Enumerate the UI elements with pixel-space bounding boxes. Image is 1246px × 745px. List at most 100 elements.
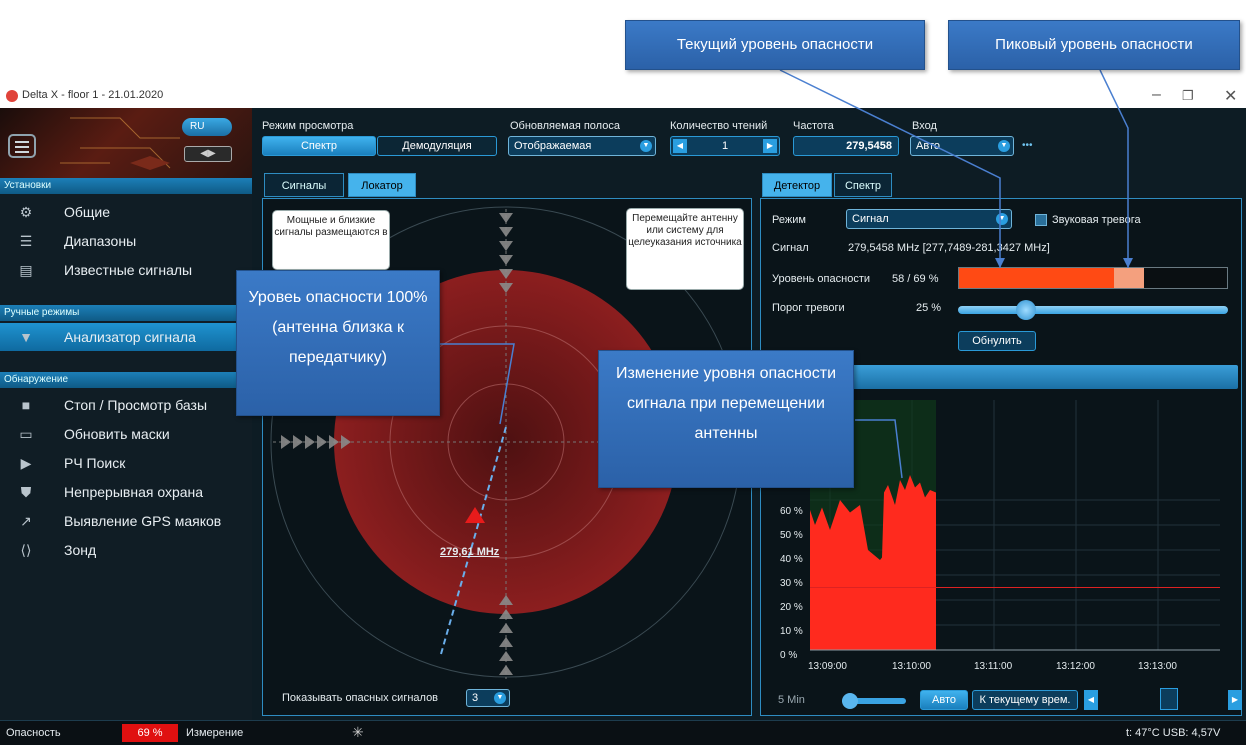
scroll-thumb[interactable] <box>1160 688 1178 710</box>
threshold-value: 25 % <box>916 302 942 314</box>
range-slider[interactable] <box>842 693 906 709</box>
menu-button[interactable] <box>8 134 36 158</box>
tab-detector[interactable]: Детектор <box>762 173 832 197</box>
x-tick: 13:09:00 <box>808 661 847 672</box>
signal-value: 279,5458 MHz [277,7489-281,3427 MHz] <box>848 242 1050 254</box>
close-icon[interactable]: ✕ <box>1224 86 1237 106</box>
decrement-icon[interactable]: ◀ <box>673 139 687 153</box>
view-demod-button[interactable]: Демодуляция <box>377 136 497 156</box>
x-tick: 13:10:00 <box>892 661 931 672</box>
threshold-slider-handle[interactable] <box>1015 300 1036 320</box>
app-icon <box>6 90 18 102</box>
sidebar-item-rf-search[interactable]: ▶ РЧ Поиск <box>0 449 252 477</box>
stop-icon: ■ <box>21 397 31 413</box>
y-tick: 30 % <box>780 578 803 589</box>
hint-left: Мощные и близкие сигналы размещаются в <box>272 210 390 270</box>
danger-value: 58 / 69 % <box>892 273 939 285</box>
tab-locator[interactable]: Локатор <box>348 173 416 197</box>
threshold-slider[interactable] <box>958 300 1228 320</box>
band-label: Обновляемая полоса <box>510 120 620 132</box>
view-spectrum-button[interactable]: Спектр <box>262 136 376 156</box>
device-status: t: 47°C USB: 4,57V <box>1126 727 1221 739</box>
freq-label: Частота <box>793 120 834 132</box>
target-frequency-label[interactable]: 279,61 MHz <box>440 546 499 558</box>
list-icon: ☰ <box>19 233 33 249</box>
frequency-input[interactable]: 279,5458 <box>793 136 899 156</box>
y-tick: 50 % <box>780 530 803 541</box>
danger-label: Уровень опасности <box>772 273 870 285</box>
sidebar-item-signal-analyzer[interactable]: ▼ Анализатор сигнала <box>0 323 252 351</box>
spinner-icon: ✳ <box>352 724 364 740</box>
chevron-down-icon: ▼ <box>640 140 652 152</box>
hint-right: Перемещайте антенну или систему для целе… <box>626 208 744 290</box>
chevron-down-icon: ▼ <box>998 140 1010 152</box>
nav-arrows-icon[interactable]: ◀▶ <box>184 146 232 162</box>
view-mode-label: Режим просмотра <box>262 120 354 132</box>
sidebar-item-guard[interactable]: ⛊ Непрерывная охрана <box>0 478 252 506</box>
shield-icon: ⛊ <box>20 484 32 500</box>
band-select[interactable]: Отображаемая ▼ <box>508 136 656 156</box>
sound-alarm-label: Звуковая тревога <box>1052 214 1141 226</box>
range-slider-handle[interactable] <box>842 693 858 709</box>
y-tick: 40 % <box>780 554 803 565</box>
callout-current-danger: Текущий уровень опасности <box>625 20 925 70</box>
sidebar-item-ranges[interactable]: ☰ Диапазоны <box>0 227 252 255</box>
sidebar-item-stop[interactable]: ■ Стоп / Просмотр базы <box>0 391 252 419</box>
threshold-label: Порог тревоги <box>772 302 845 314</box>
y-tick: 60 % <box>780 506 803 517</box>
input-label: Вход <box>912 120 937 132</box>
x-tick: 13:11:00 <box>974 661 1013 672</box>
callout-danger-change: Изменение уровня опасности сигнала при п… <box>598 350 854 488</box>
play-icon: ▶ <box>20 455 32 471</box>
callout-full-danger: Уровеь опасности 100% (антенна близка к … <box>236 270 440 416</box>
language-select[interactable]: RU <box>182 118 232 136</box>
chart-header-bar <box>852 365 1238 389</box>
window-titlebar: Delta X - floor 1 - 21.01.2020 – ❐ ✕ <box>0 84 1246 108</box>
y-tick: 0 % <box>780 650 798 661</box>
tab-spectrum[interactable]: Спектр <box>834 173 892 197</box>
sidebar-item-general[interactable]: ⚙ Общие <box>0 198 252 226</box>
antenna-icon: ▼ <box>19 329 33 345</box>
mode-select[interactable]: Сигнал ▼ <box>846 209 1012 229</box>
auto-button[interactable]: Авто <box>920 690 968 710</box>
gear-icon: ⚙ <box>19 204 33 220</box>
scroll-left-icon[interactable]: ◀ <box>1084 690 1098 710</box>
sound-alarm-checkbox[interactable] <box>1035 214 1047 226</box>
x-tick: 13:13:00 <box>1138 661 1177 672</box>
section-settings: Установки <box>0 178 252 194</box>
minimize-icon[interactable]: – <box>1152 86 1161 104</box>
danger-status-value: 69 % <box>122 724 178 742</box>
to-now-button[interactable]: К текущему врем. <box>972 690 1078 710</box>
scroll-right-icon[interactable]: ▶ <box>1228 690 1242 710</box>
sidebar-item-update-masks[interactable]: ▭ Обновить маски <box>0 420 252 448</box>
signal-label: Сигнал <box>772 242 809 254</box>
more-icon[interactable]: ••• <box>1022 140 1033 151</box>
mode-label: Режим <box>772 214 806 226</box>
x-tick: 13:12:00 <box>1056 661 1095 672</box>
restore-icon[interactable]: ❐ <box>1182 88 1194 104</box>
reads-stepper[interactable]: ◀ 1 ▶ <box>670 136 780 156</box>
window-title: Delta X - floor 1 - 21.01.2020 <box>22 89 164 101</box>
reset-button[interactable]: Обнулить <box>958 331 1036 351</box>
tab-signals[interactable]: Сигналы <box>264 173 344 197</box>
code-icon: ⟨⟩ <box>20 542 32 558</box>
danger-status-label: Опасность <box>6 727 61 739</box>
clipboard-icon: ▤ <box>19 262 33 278</box>
range-label: 5 Min <box>778 694 805 706</box>
danger-level-bar <box>958 267 1228 289</box>
measure-status: Измерение <box>186 727 244 739</box>
danger-current-fill <box>959 268 1115 288</box>
section-manual: Ручные режимы <box>0 305 252 321</box>
chevron-down-icon: ▼ <box>494 692 506 704</box>
image-icon: ▭ <box>19 426 33 442</box>
input-select[interactable]: Авто ▼ <box>910 136 1014 156</box>
sidebar-item-gps[interactable]: ↗ Выявление GPS маяков <box>0 507 252 535</box>
sidebar-item-known-signals[interactable]: ▤ Известные сигналы <box>0 256 252 284</box>
callout-peak-danger: Пиковый уровень опасности <box>948 20 1240 70</box>
y-tick: 20 % <box>780 602 803 613</box>
status-bar: Опасность 69 % Измерение ✳ t: 47°C USB: … <box>0 720 1246 745</box>
sidebar-item-probe[interactable]: ⟨⟩ Зонд <box>0 536 252 564</box>
trend-icon: ↗ <box>20 513 32 529</box>
increment-icon[interactable]: ▶ <box>763 139 777 153</box>
show-danger-select[interactable]: 3 ▼ <box>466 689 510 707</box>
